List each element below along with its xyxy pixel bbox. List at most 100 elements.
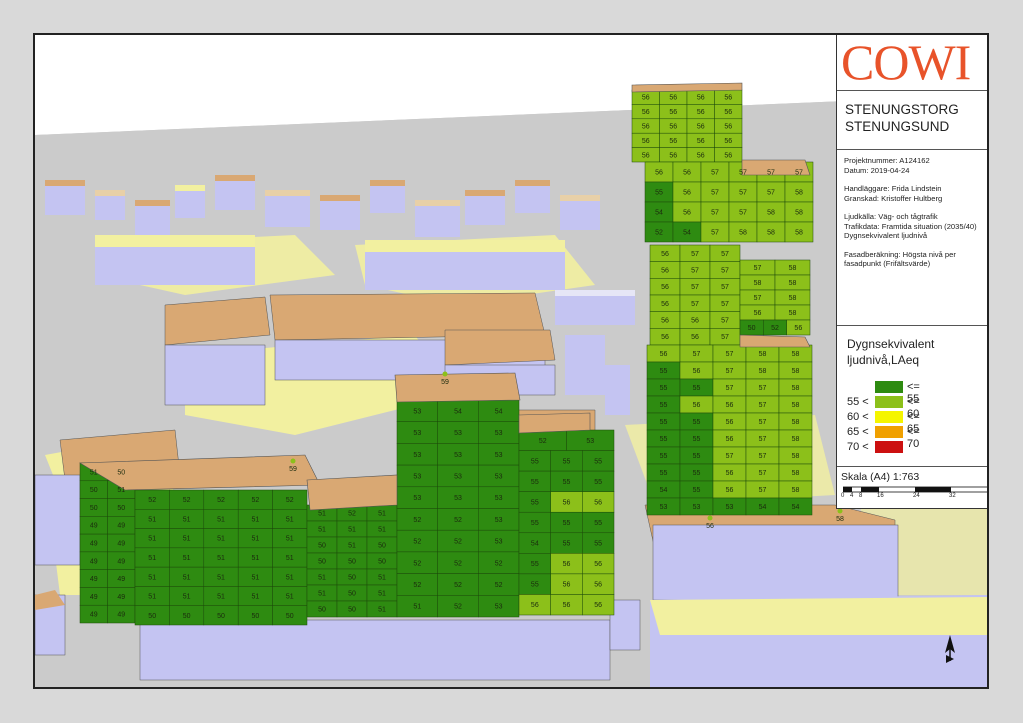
facade-value-label: 57: [726, 351, 734, 358]
facade-value-label: 51: [318, 511, 326, 518]
facade-value-label: 56: [594, 602, 602, 609]
facade-value-label: 55: [531, 479, 539, 486]
facade-value-label: 52: [495, 582, 503, 589]
facade-value-label: 51: [348, 527, 356, 534]
facade-value-label: 56: [697, 152, 705, 159]
scale-tick: 16: [877, 493, 884, 499]
facade-value-label: 53: [495, 495, 503, 502]
project-title-line1: STENUNGSTORG: [845, 102, 959, 117]
facade-value-label: 50: [348, 559, 356, 566]
facade-value-label: 53: [495, 604, 503, 611]
facade-value-label: 53: [413, 408, 421, 415]
facade-value-label: 52: [348, 511, 356, 518]
ground-point-label: 59: [289, 466, 297, 473]
facade-value-label: 56: [594, 499, 602, 506]
facade-value-label: 56: [683, 170, 691, 177]
facade-value-label: 54: [660, 487, 668, 494]
facade-value-label: 52: [771, 325, 779, 332]
facade-value-label: 56: [642, 95, 650, 102]
facade-value-label: 49: [90, 594, 98, 601]
facade-value-label: 51: [217, 536, 225, 543]
facade-value-label: 57: [759, 419, 767, 426]
scale-section: Skala (A4) 1:763 0 4 8 16 24 32: [837, 467, 987, 508]
facade-value-label: 54: [655, 210, 663, 217]
facade-value-label: 58: [792, 351, 800, 358]
facade-value-label: 52: [454, 582, 462, 589]
facade-value-label: 56: [655, 170, 663, 177]
facade-value-label: 58: [792, 487, 800, 494]
facade-value-label: 57: [691, 284, 699, 291]
facade-value-label: 55: [660, 436, 668, 443]
facade-value-label: 55: [531, 520, 539, 527]
facade-value-label: 56: [724, 152, 732, 159]
facade-value-label: 57: [711, 210, 719, 217]
legend-title2: ljudnivå,LAeq: [847, 353, 920, 367]
ground-point: [837, 508, 843, 514]
facade-value-label: 55: [563, 479, 571, 486]
scale-tick: 0: [841, 493, 845, 499]
facade-value-label: 57: [739, 190, 747, 197]
facade-value-label: 49: [117, 523, 125, 530]
facade-value-label: 55: [563, 541, 571, 548]
facade-value-label: 55: [563, 458, 571, 465]
facade-value-label: 53: [454, 430, 462, 437]
facade-value-label: 56: [726, 419, 734, 426]
fasad-line2: fasadpunkt (Frifältsvärde): [844, 259, 931, 268]
facade-value-label: 58: [792, 368, 800, 375]
facade-value-label: 56: [693, 368, 701, 375]
facade-value-label: 50: [117, 505, 125, 512]
facade-value-label: 55: [660, 385, 668, 392]
fasad-line1: Fasadberäkning: Högsta nivå per: [844, 249, 956, 259]
ground-point-label: 59: [441, 379, 449, 386]
facade-value-label: 49: [90, 612, 98, 619]
facade-value-label: 51: [117, 487, 125, 494]
facade-value-label: 49: [90, 541, 98, 548]
facade-value-label: 51: [378, 527, 386, 534]
facade-value-label: 56: [693, 402, 701, 409]
facade-value-label: 49: [117, 612, 125, 619]
facade-value-label: 49: [117, 541, 125, 548]
facade-value-label: 51: [286, 594, 294, 601]
facade-value-label: 53: [495, 452, 503, 459]
facade-value-label: 56: [563, 499, 571, 506]
facade-value-label: 56: [669, 95, 677, 102]
facade-value-label: 51: [378, 511, 386, 518]
scale-tick: 8: [859, 493, 863, 499]
projektnummer: Projektnummer: A124162: [844, 156, 930, 165]
facade-value-label: 50: [348, 607, 356, 614]
facade-value-label: 58: [789, 280, 797, 287]
facade-value-label: 57: [726, 385, 734, 392]
facade-value-label: 55: [660, 453, 668, 460]
facade-value-label: 51: [286, 516, 294, 523]
project-title-line2: STENUNGSUND: [845, 119, 950, 134]
facade-value-label: 56: [563, 602, 571, 609]
facade-value-label: 55: [660, 419, 668, 426]
facade-value-label: 56: [669, 152, 677, 159]
granskad: Granskad: Kristoffer Hultberg: [844, 193, 943, 203]
facade-value-label: 56: [661, 301, 669, 308]
facade-value-label: 57: [721, 251, 729, 258]
facade-value-label: 55: [693, 487, 701, 494]
facade-value-label: 50: [148, 613, 156, 620]
metadata-section: Projektnummer: A124162 Datum: 2019-04-24…: [837, 150, 987, 326]
facade-value-label: 58: [739, 230, 747, 237]
facade-value-label: 51: [286, 574, 294, 581]
facade-value-label: 51: [90, 469, 98, 476]
cowi-logo: COWI: [841, 34, 971, 90]
legend-swatch: [875, 396, 903, 408]
facade-value-label: 57: [721, 301, 729, 308]
facade-value-label: 53: [413, 473, 421, 480]
legend-rows: <= 55 55 < <= 60 60 < <= 65 65 < <= 70 70 <: [837, 381, 987, 461]
facade-value-label: 56: [660, 351, 668, 358]
facade-value-label: 53: [586, 438, 594, 445]
facade-value-label: 58: [754, 280, 762, 287]
facade-value-label: 51: [148, 516, 156, 523]
facade-value-label: 51: [183, 555, 191, 562]
facade-value-label: 57: [721, 334, 729, 341]
facade-value-label: 52: [413, 517, 421, 524]
facade-value-label: 50: [748, 325, 756, 332]
facade-value-label: 56: [724, 109, 732, 116]
facade-value-label: 58: [795, 210, 803, 217]
facade-value-label: 55: [693, 419, 701, 426]
facade-value-label: 52: [413, 539, 421, 546]
